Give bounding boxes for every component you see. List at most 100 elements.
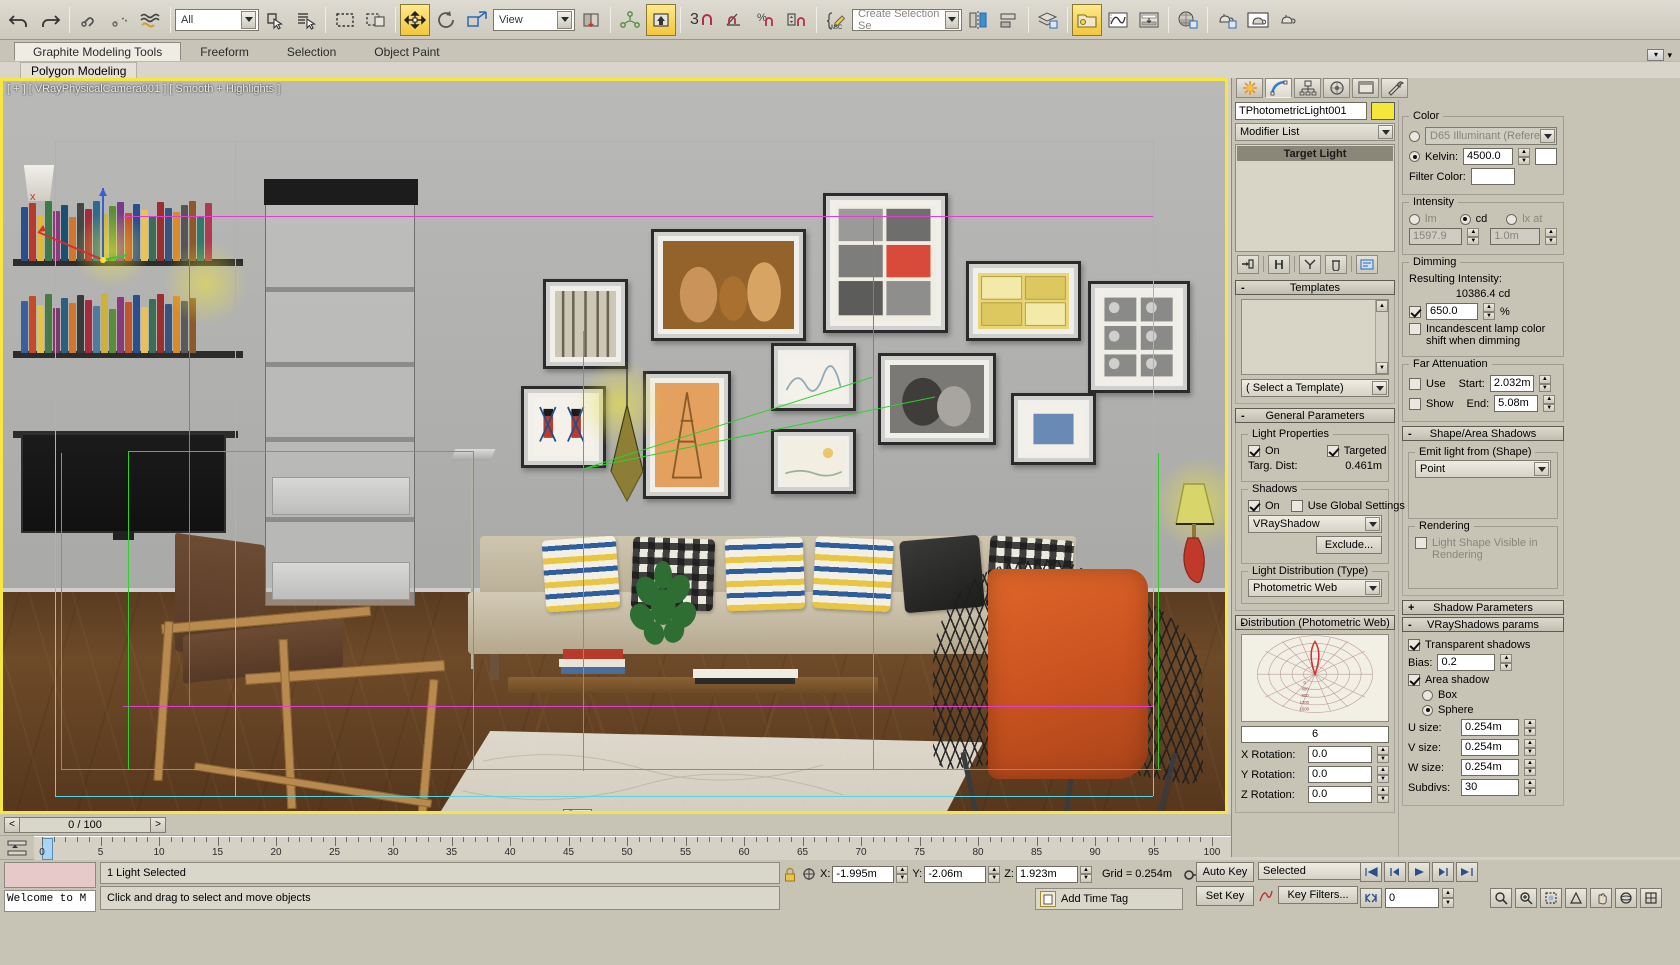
dimming-percent-field[interactable]: 650.0 [1426,303,1478,320]
maximize-viewport-icon[interactable] [1640,888,1662,908]
area-shadow-box-radio[interactable] [1422,690,1433,701]
time-tag-icon[interactable] [1040,891,1056,907]
chevron-down-icon-template[interactable] [1372,381,1387,395]
spinner-snap-toggle-button[interactable] [782,4,812,36]
kelvin-color-swatch[interactable] [1535,148,1557,165]
use-pivot-point-center-icon[interactable] [576,4,606,36]
x-coord-field[interactable]: -1.995m [832,866,894,883]
show-end-result-icon[interactable] [1268,255,1290,274]
web-file-field[interactable]: 6 [1241,726,1389,743]
scroll-down-icon[interactable]: ▼ [1376,362,1388,374]
chevron-down-icon-distribution[interactable] [1365,581,1380,595]
far-atten-start-spinner[interactable]: ▲▼ [1539,375,1551,392]
templates-scrollbar[interactable]: ▲ ▼ [1375,300,1388,374]
targeted-checkbox[interactable] [1327,445,1339,457]
distribution-web-header[interactable]: - Distribution (Photometric Web) [1235,615,1395,630]
display-tab[interactable] [1352,78,1379,98]
toggle-scene-explorer-icon[interactable] [1072,4,1102,36]
utilities-tab[interactable] [1381,78,1408,98]
u-size-spinner[interactable]: ▲▼ [1524,719,1536,736]
maxscript-listener-pink[interactable] [4,862,96,888]
intensity-lm-radio[interactable] [1409,214,1420,225]
far-atten-end-field[interactable]: 5.08m [1494,395,1538,412]
percent-snap-toggle-button[interactable]: % [751,4,781,36]
auto-key-button[interactable]: Auto Key [1196,862,1254,882]
schematic-view-icon[interactable] [1134,4,1164,36]
collapse-icon-shape[interactable]: - [1408,428,1412,440]
material-editor-icon[interactable] [1173,4,1203,36]
go-to-start-button[interactable] [1360,862,1382,882]
incandescent-checkbox[interactable] [1409,323,1421,335]
object-color-swatch[interactable] [1371,102,1395,120]
add-time-tag-area[interactable]: Add Time Tag [1035,888,1183,910]
collapse-icon-templates[interactable]: - [1241,282,1245,294]
bias-spinner[interactable]: ▲▼ [1500,654,1512,671]
far-atten-start-field[interactable]: 2.032m [1490,375,1534,392]
y-coord-field[interactable]: -2.06m [924,866,986,883]
collapse-icon-general[interactable]: - [1241,410,1245,422]
u-size-field[interactable]: 0.254m [1461,719,1519,736]
modify-tab[interactable] [1265,78,1292,98]
select-and-rotate-button[interactable] [431,4,461,36]
dimming-percent-spinner[interactable]: ▲▼ [1483,303,1495,320]
create-tab[interactable] [1236,78,1263,98]
motion-tab[interactable] [1323,78,1350,98]
frame-number-field[interactable]: 0 [1385,888,1439,908]
shape-area-header[interactable]: - Shape/Area Shadows [1402,426,1564,441]
v-size-spinner[interactable]: ▲▼ [1524,739,1536,756]
go-to-end-button[interactable] [1456,862,1478,882]
y-rotation-field[interactable]: 0.0 [1308,766,1372,783]
subdivs-field[interactable]: 30 [1461,779,1519,796]
shadow-parameters-header[interactable]: + Shadow Parameters [1402,600,1564,615]
lock-selection-icon[interactable] [782,864,797,884]
select-object-icon[interactable] [260,4,290,36]
filter-color-swatch[interactable] [1471,168,1515,185]
x-rotation-spinner[interactable]: ▲▼ [1377,746,1389,763]
far-atten-show-checkbox[interactable] [1409,398,1421,410]
field-of-view-icon[interactable] [1565,888,1587,908]
undo-button[interactable] [4,4,34,36]
current-frame-field[interactable]: 0 / 100 [20,817,150,833]
edit-named-selection-sets-icon[interactable]: ABC [821,4,851,36]
intensity-spinner[interactable]: ▲▼ [1467,228,1479,245]
make-unique-icon[interactable] [1299,255,1321,274]
remove-modifier-icon[interactable] [1325,255,1347,274]
general-parameters-header[interactable]: - General Parameters [1235,408,1395,423]
y-rotation-spinner[interactable]: ▲▼ [1377,766,1389,783]
curve-editor-icon[interactable] [1103,4,1133,36]
frame-number-spinner[interactable]: ▲▼ [1442,888,1454,908]
x-rotation-field[interactable]: 0.0 [1308,746,1372,763]
chevron-down-icon-preset[interactable] [1540,129,1555,143]
subtab-polygon-modeling[interactable]: Polygon Modeling [20,62,137,79]
set-key-curve-icon[interactable] [1258,886,1274,906]
color-preset-combo[interactable]: D65 Illuminant (Refere [1425,127,1557,145]
render-production-icon[interactable] [1274,4,1304,36]
key-mode-toggle-button[interactable] [1360,888,1382,908]
collapse-icon-web[interactable]: - [1241,617,1245,629]
track-bar-ruler[interactable]: 0510152025303540455055606570758085909510… [34,836,1231,860]
shadow-type-combo[interactable]: VRayShadow [1248,515,1382,533]
intensity-distance-field[interactable]: 1.0m [1490,228,1540,245]
prev-frame-button[interactable]: < [4,817,20,833]
chevron-down-icon-3[interactable] [945,11,959,29]
tab-graphite-modeling-tools[interactable]: Graphite Modeling Tools [14,42,181,61]
use-global-settings-checkbox[interactable] [1291,500,1303,512]
w-size-field[interactable]: 0.254m [1461,759,1519,776]
subdivs-spinner[interactable]: ▲▼ [1524,779,1536,796]
layer-manager-icon[interactable] [1033,4,1063,36]
select-by-name-icon[interactable] [291,4,321,36]
chevron-down-icon-shadowtype[interactable] [1365,517,1380,531]
key-filters-button[interactable]: Key Filters... [1278,886,1358,904]
rectangular-selection-region-icon[interactable] [330,4,360,36]
select-and-manipulate-button[interactable] [646,4,676,36]
chevron-down-icon-2[interactable] [557,11,572,29]
object-name-field[interactable]: TPhotometricLight001 [1235,102,1367,120]
selection-filter-combo[interactable]: All [175,9,259,31]
chevron-down-icon-modifier[interactable] [1378,125,1393,139]
select-and-scale-button[interactable] [462,4,492,36]
chevron-down-icon-ribbon[interactable]: ▾ [1647,49,1664,61]
area-shadow-sphere-radio[interactable] [1422,705,1433,716]
maxscript-mini-listener[interactable]: Welcome to M [4,890,96,912]
far-atten-end-spinner[interactable]: ▲▼ [1543,395,1555,412]
play-animation-button[interactable] [1408,862,1430,882]
